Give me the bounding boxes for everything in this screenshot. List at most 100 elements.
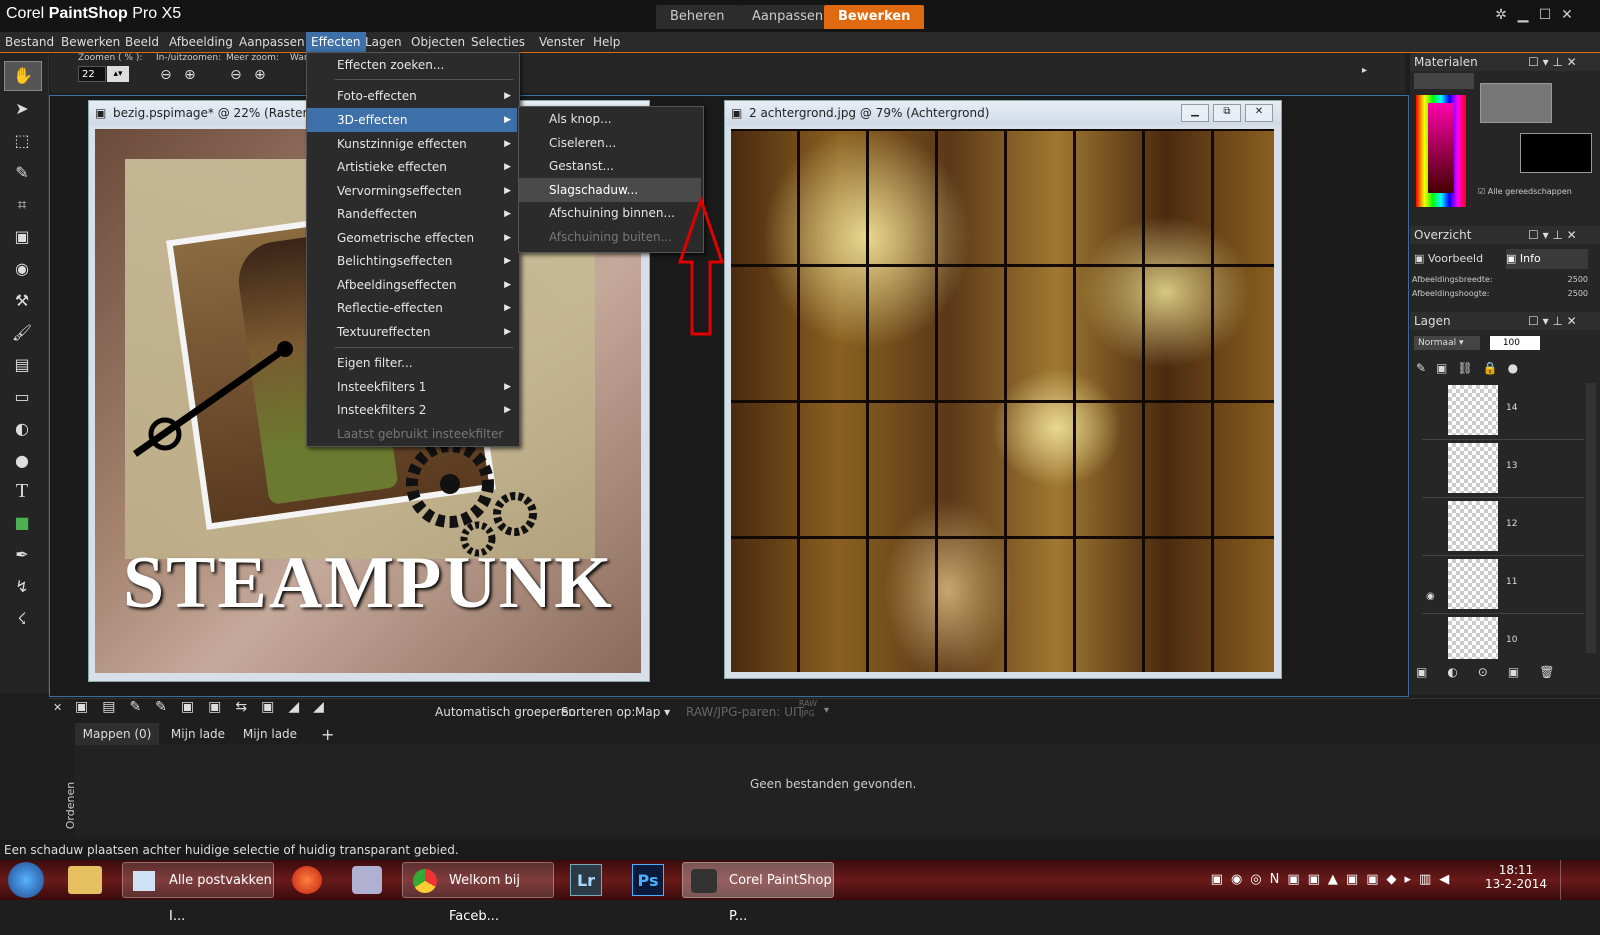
menu-image[interactable]: Afbeelding bbox=[164, 32, 238, 52]
tab-info[interactable]: ▣ Info bbox=[1506, 249, 1588, 269]
layer-row[interactable]: 10 bbox=[1422, 615, 1584, 659]
mode-tab-edit[interactable]: Bewerken bbox=[824, 5, 925, 29]
menu-layers[interactable]: Lagen bbox=[360, 32, 407, 52]
color-spectrum[interactable] bbox=[1416, 95, 1466, 207]
blend-mode-select[interactable]: Normaal ▾ bbox=[1414, 336, 1480, 350]
tab-folders[interactable]: Mappen (0) bbox=[75, 723, 159, 745]
tab-my-tray-2[interactable]: Mijn lade bbox=[235, 723, 305, 745]
layer-row[interactable]: 12 bbox=[1422, 499, 1584, 556]
organizer-close-icon[interactable]: ✕ bbox=[53, 701, 62, 714]
sort-select[interactable]: Map ▾ bbox=[635, 705, 670, 719]
raw-jpg-dropdown-icon[interactable]: ▾ bbox=[824, 705, 829, 716]
menu-selections[interactable]: Selecties bbox=[466, 32, 530, 52]
all-tools-checkbox[interactable]: ☑ Alle gereedschappen bbox=[1478, 187, 1572, 196]
clock[interactable]: 18:11 13-2-2014 bbox=[1480, 860, 1552, 903]
lightroom-icon[interactable]: Lr bbox=[570, 864, 602, 896]
photoshop-icon[interactable]: Ps bbox=[632, 864, 664, 896]
panel-controls-icon[interactable]: ☐ ▾ ⊥ ✕ bbox=[1528, 312, 1577, 330]
menu-item-cutout[interactable]: Gestanst... bbox=[519, 154, 701, 178]
menu-view[interactable]: Beeld bbox=[120, 32, 164, 52]
menu-item-texture-effects[interactable]: Textuureffecten ▶ bbox=[307, 320, 517, 344]
menu-effects[interactable]: Effecten bbox=[306, 32, 366, 52]
flood-fill-tool-icon[interactable]: ◐ bbox=[4, 415, 40, 443]
mode-tab-manage[interactable]: Beheren bbox=[656, 5, 739, 29]
menu-item-plugins-1[interactable]: Insteekfilters 1 ▶ bbox=[307, 375, 517, 399]
background-color-swatch[interactable] bbox=[1520, 133, 1592, 173]
menu-item-creative-effects[interactable]: Kunstzinnige effecten ▶ bbox=[307, 132, 517, 156]
layer-tools-icons[interactable]: ✎▣⛓🔒● bbox=[1416, 361, 1528, 375]
zoom-in-icon[interactable]: ⊕ bbox=[184, 67, 196, 83]
panel-controls-icon[interactable]: ☐ ▾ ⊥ ✕ bbox=[1528, 226, 1577, 244]
menu-item-artistic-effects[interactable]: Artistieke effecten ▶ bbox=[307, 155, 517, 179]
pan-tool-icon[interactable]: ✋ bbox=[4, 61, 42, 91]
menu-item-chisel[interactable]: Ciseleren... bbox=[519, 131, 701, 155]
tab-my-tray-1[interactable]: Mijn lade bbox=[163, 723, 233, 745]
menu-file[interactable]: Bestand bbox=[0, 32, 59, 52]
menu-item-reflection-effects[interactable]: Reflectie-effecten ▶ bbox=[307, 296, 517, 320]
warp-brush-tool-icon[interactable]: ↯ bbox=[4, 573, 40, 601]
menu-edit[interactable]: Bewerken bbox=[56, 32, 125, 52]
menu-item-user-defined-filter[interactable]: Eigen filter... bbox=[307, 351, 517, 375]
clone-tool-icon[interactable]: ⚒ bbox=[4, 287, 40, 315]
layer-row[interactable]: 13 bbox=[1422, 441, 1584, 498]
taskbar-mail[interactable]: Alle postvakken I... bbox=[122, 862, 274, 924]
menu-objects[interactable]: Objecten bbox=[406, 32, 470, 52]
menu-item-drop-shadow[interactable]: Slagschaduw... bbox=[519, 178, 701, 202]
toolbar-overflow-icon[interactable]: ▸ bbox=[1362, 65, 1367, 76]
paintshop-launcher-icon[interactable] bbox=[292, 866, 322, 894]
tab-preview[interactable]: ▣ Voorbeeld bbox=[1414, 249, 1504, 269]
explorer-icon[interactable] bbox=[68, 866, 102, 894]
app-launcher-icon[interactable] bbox=[352, 866, 382, 894]
panel-controls-icon[interactable]: ☐ ▾ ⊥ ✕ bbox=[1528, 53, 1577, 71]
red-eye-tool-icon[interactable]: ◉ bbox=[4, 255, 40, 283]
doc-close-icon[interactable]: ✕ bbox=[1245, 104, 1273, 122]
menu-item-buttonize[interactable]: Als knop... bbox=[519, 107, 701, 131]
pick-tool-icon[interactable]: ➤ bbox=[4, 95, 40, 123]
text-tool-icon[interactable]: T bbox=[4, 477, 40, 505]
document-window-background[interactable]: ▣ 2 achtergrond.jpg @ 79% (Achtergrond) … bbox=[724, 100, 1282, 679]
rectangle-tool-icon[interactable]: ■ bbox=[4, 509, 40, 537]
system-tray-icons[interactable]: ▣◉◎N▣▣▲▣▣◆▸▥◀ bbox=[1194, 860, 1474, 900]
maximize-icon[interactable]: ☐ bbox=[1536, 6, 1554, 24]
add-tab-button[interactable]: + bbox=[321, 725, 334, 744]
eraser-tool-icon[interactable]: ▭ bbox=[4, 383, 40, 411]
layer-bottom-tools-icons[interactable]: ▣◐⊙▣🗑 bbox=[1416, 665, 1574, 679]
close-icon[interactable]: ✕ bbox=[1558, 6, 1576, 24]
minimize-icon[interactable]: ▁ bbox=[1514, 6, 1532, 24]
crop-tool-icon[interactable]: ⌗ bbox=[4, 191, 40, 219]
menu-item-find-effects[interactable]: Effecten zoeken... bbox=[307, 53, 517, 77]
dropper-tool-icon[interactable]: ✎ bbox=[4, 159, 40, 187]
menu-help[interactable]: Help bbox=[588, 32, 625, 52]
taskbar-paintshop[interactable]: Corel PaintShop P... bbox=[682, 862, 834, 924]
menu-item-image-effects[interactable]: Afbeeldingseffecten ▶ bbox=[307, 273, 517, 297]
doc-minimize-icon[interactable]: ▁ bbox=[1181, 104, 1209, 122]
menu-item-3d-effects[interactable]: 3D-effecten ▶ bbox=[307, 108, 517, 132]
more-zoom-in-icon[interactable]: ⊕ bbox=[254, 67, 266, 83]
menu-item-edge-effects[interactable]: Randeffecten ▶ bbox=[307, 202, 517, 226]
more-zoom-out-icon[interactable]: ⊖ bbox=[230, 67, 242, 83]
menu-item-illumination-effects[interactable]: Belichtingseffecten ▶ bbox=[307, 249, 517, 273]
wood-texture-canvas[interactable] bbox=[731, 129, 1274, 672]
show-desktop-button[interactable] bbox=[1560, 860, 1571, 900]
zoom-out-icon[interactable]: ⊖ bbox=[160, 67, 172, 83]
menu-item-inner-bevel[interactable]: Afschuining binnen... bbox=[519, 201, 701, 225]
paint-brush-tool-icon[interactable]: 🖌 bbox=[4, 319, 40, 347]
pen-tool-icon[interactable]: ✒ bbox=[4, 541, 40, 569]
menu-window[interactable]: Venster bbox=[534, 32, 590, 52]
zoom-input[interactable]: 22 bbox=[78, 66, 106, 82]
taskbar-chrome[interactable]: Welkom bij Faceb... bbox=[402, 862, 554, 924]
straighten-tool-icon[interactable]: ▣ bbox=[4, 223, 40, 251]
zoom-stepper[interactable]: ▴▾ bbox=[107, 66, 129, 82]
materials-tabs[interactable] bbox=[1414, 73, 1474, 89]
color-replacer-tool-icon[interactable]: ● bbox=[4, 447, 40, 475]
picture-tube-tool-icon[interactable]: ▤ bbox=[4, 351, 40, 379]
layer-row[interactable]: 11 ◉ bbox=[1422, 557, 1584, 614]
menu-item-geometric-effects[interactable]: Geometrische effecten ▶ bbox=[307, 226, 517, 250]
selection-tool-icon[interactable]: ⬚ bbox=[4, 127, 40, 155]
doc-maximize-icon[interactable]: ⧉ bbox=[1213, 104, 1241, 122]
menu-item-plugins-2[interactable]: Insteekfilters 2 ▶ bbox=[307, 398, 517, 422]
raw-jpg-icon[interactable]: RAW JPG bbox=[794, 699, 822, 721]
smudge-tool-icon[interactable]: ☇ bbox=[4, 605, 40, 633]
eye-icon[interactable]: ◉ bbox=[1426, 591, 1435, 602]
layers-scrollbar[interactable] bbox=[1586, 383, 1596, 653]
